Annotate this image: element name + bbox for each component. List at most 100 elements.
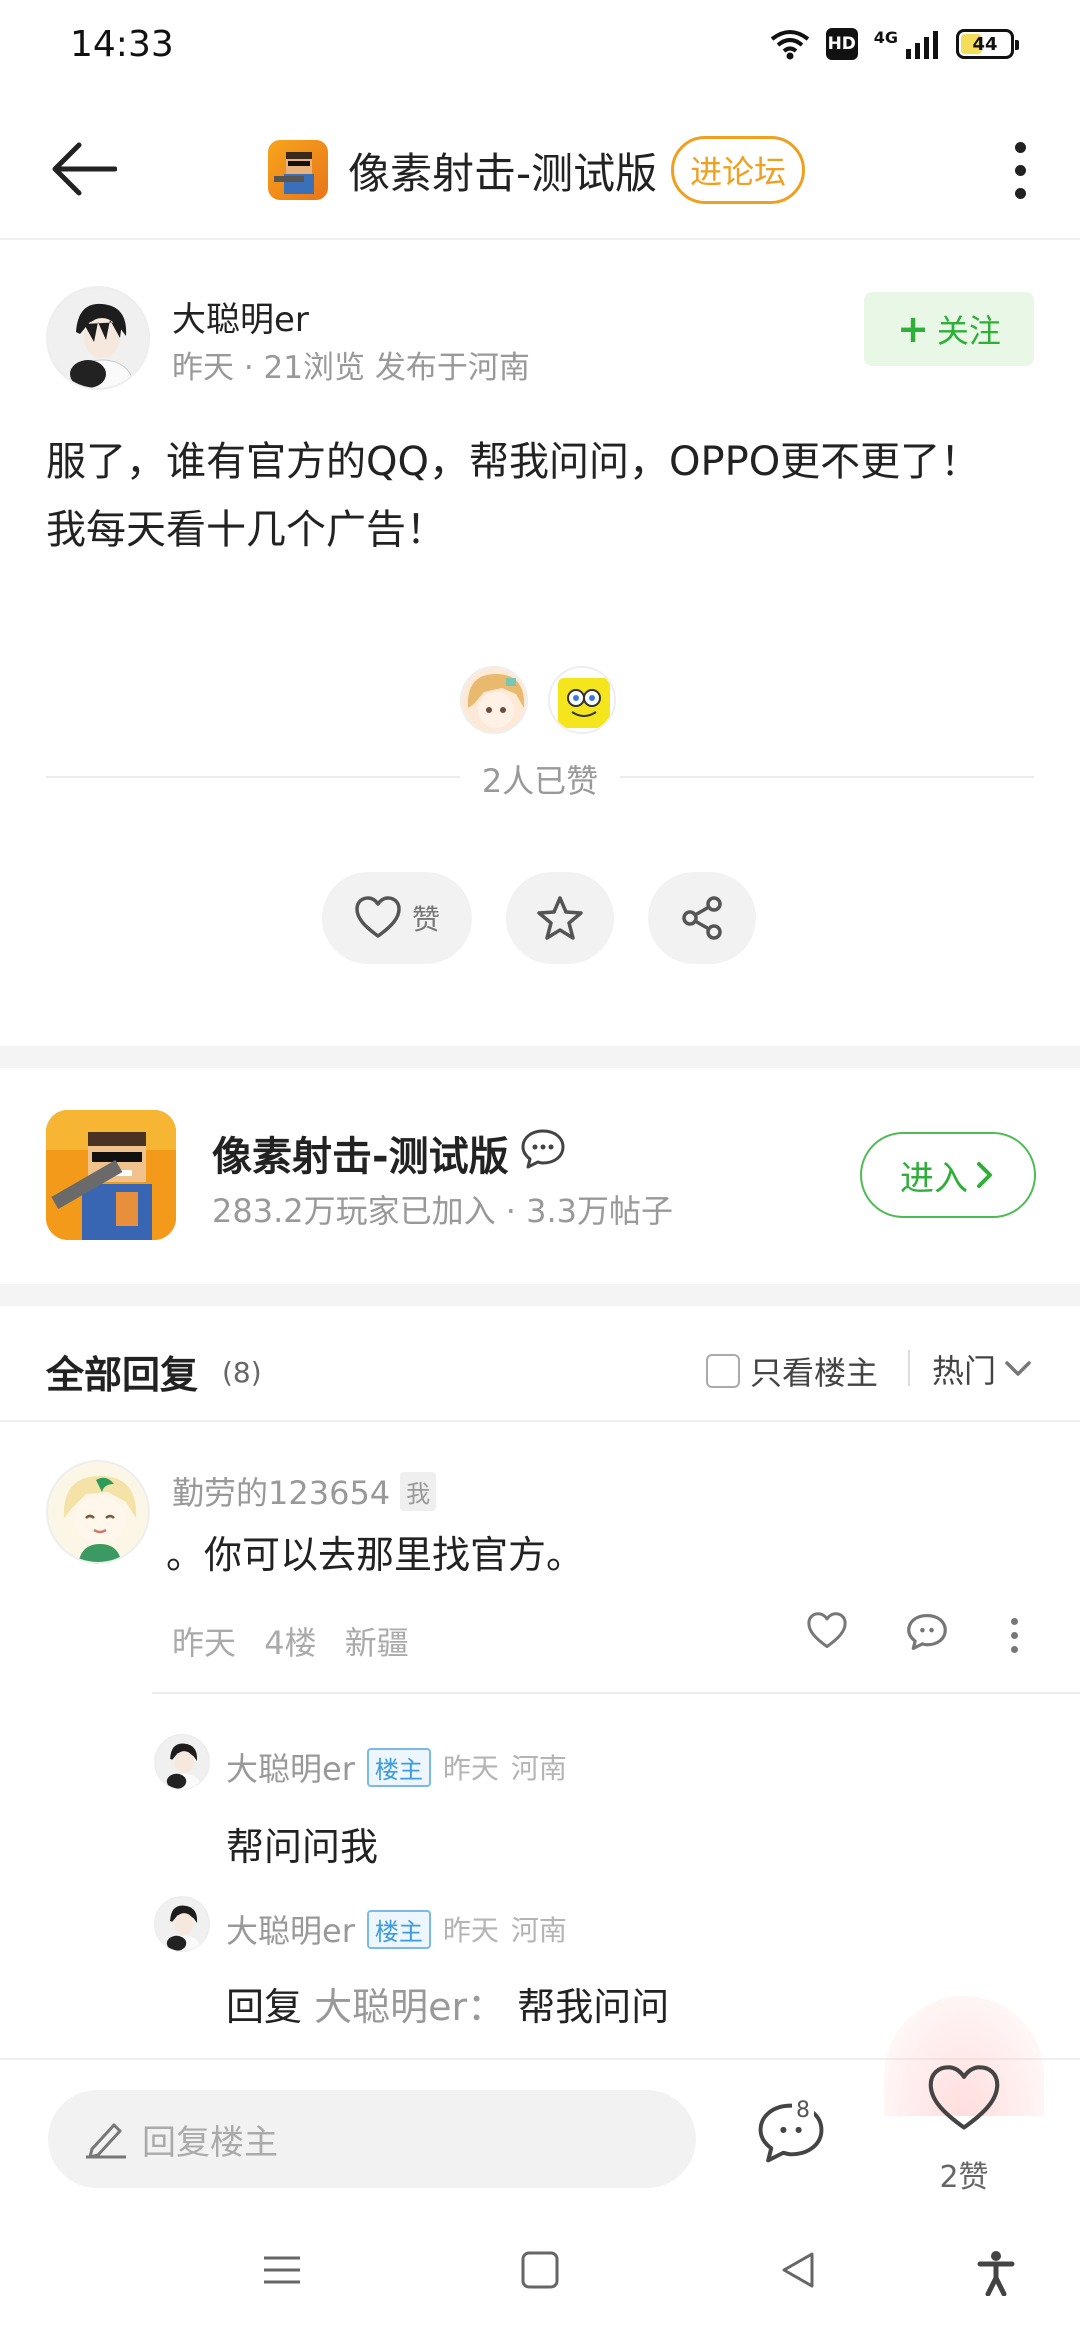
forum-name[interactable]: 像素射击-测试版 <box>212 1124 509 1182</box>
forum-icon[interactable] <box>46 1110 176 1240</box>
heart-icon <box>807 1612 847 1649</box>
share-button[interactable] <box>648 872 756 964</box>
wifi-icon <box>770 30 809 60</box>
sort-dropdown[interactable]: 热门 <box>932 1346 1032 1392</box>
more-dot-icon <box>1010 1632 1018 1639</box>
sub-reply-avatar[interactable] <box>154 1896 210 1952</box>
reply-location: 新疆 <box>344 1624 409 1662</box>
like-label: 赞 <box>411 903 440 936</box>
header-forum-info[interactable]: 像素射击-测试版 进论坛 <box>268 132 806 208</box>
back-triangle-icon <box>782 2252 814 2288</box>
comment-count-badge: 8 <box>792 2098 814 2123</box>
sub-reply-text[interactable]: 帮问问我 <box>226 1816 378 1871</box>
bottom-like-count: 2赞 <box>939 2160 989 2195</box>
status-icons: HD 4G 44 <box>770 28 1019 60</box>
more-options-button[interactable] <box>990 132 1050 208</box>
replies-divider <box>0 1420 1080 1422</box>
reply-to-user[interactable]: 大聪明er <box>314 1985 467 2029</box>
liker-avatars[interactable] <box>460 666 616 734</box>
sub-reply-head: 大聪明er 楼主 昨天 河南 <box>226 1906 567 1952</box>
sort-label: 热门 <box>932 1352 997 1390</box>
chat-bubble-icon <box>521 1129 565 1169</box>
bottom-bar: 回复楼主 8 2赞 <box>0 1996 1080 2214</box>
hd-icon: HD <box>825 28 858 60</box>
favorite-button[interactable] <box>506 872 614 964</box>
reply-comment-button[interactable] <box>906 1612 948 1656</box>
network-type: 4G <box>873 28 898 47</box>
enter-forum-button[interactable]: 进论坛 <box>671 136 806 204</box>
sub-reply-username[interactable]: 大聪明er <box>226 1744 355 1790</box>
me-badge: 我 <box>400 1471 437 1511</box>
follow-button[interactable]: + 关注 <box>864 292 1034 366</box>
home-square-icon <box>521 2251 559 2289</box>
menu-icon <box>264 2256 300 2284</box>
signal-icon <box>906 31 938 59</box>
reply-floor: 4楼 <box>264 1624 317 1662</box>
post-body: 服了，谁有官方的QQ，帮我问问，OPPO更不更了！ 我每天看十几个广告！ <box>46 428 1036 564</box>
liker-avatar[interactable] <box>548 666 616 734</box>
replies-title: 全部回复 <box>46 1353 199 1397</box>
reply-input[interactable]: 回复楼主 <box>48 2090 696 2188</box>
section-gap <box>0 1046 1080 1068</box>
header-title: 像素射击-测试版 <box>348 148 658 198</box>
post-actions: 赞 <box>0 872 1080 964</box>
reply-meta: 昨天 4楼 新疆 <box>172 1618 427 1664</box>
sub-reply-time: 昨天 <box>442 1752 499 1785</box>
battery-icon: 44 <box>956 29 1019 59</box>
back-button[interactable] <box>44 134 124 204</box>
op-badge: 楼主 <box>366 1747 431 1787</box>
reply-text[interactable]: 。你可以去那里找官方。 <box>166 1524 584 1579</box>
post-meta: 昨天 · 21浏览 发布于河南 <box>172 350 530 386</box>
enter-forum-card-button[interactable]: 进入 <box>860 1132 1036 1218</box>
reply-time: 昨天 <box>172 1624 237 1662</box>
sub-reply-text[interactable]: 回复 大聪明er： 帮我问问 <box>226 1976 669 2031</box>
star-icon <box>537 896 583 940</box>
accessibility-icon <box>977 2251 1015 2297</box>
nav-back-button[interactable] <box>778 2250 818 2294</box>
more-dot-icon <box>1010 1646 1018 1653</box>
more-dot-icon <box>1014 141 1026 153</box>
like-button[interactable]: 赞 <box>322 872 472 964</box>
forum-stats: 283.2万玩家已加入 · 3.3万帖子 <box>212 1192 674 1230</box>
more-dot-icon <box>1014 187 1026 199</box>
back-arrow-icon <box>52 142 117 196</box>
pencil-icon <box>86 2123 126 2159</box>
more-dot-icon <box>1010 1618 1018 1625</box>
chevron-down-icon <box>1005 1361 1031 1376</box>
bottom-like-button[interactable] <box>926 2064 1002 2140</box>
post-body-line: 我每天看十几个广告！ <box>46 507 446 553</box>
comment-icon <box>758 2103 824 2163</box>
reply-like-button[interactable] <box>806 1612 848 1654</box>
reply-avatar[interactable] <box>46 1460 150 1564</box>
sub-reply-head: 大聪明er 楼主 昨天 河南 <box>226 1744 567 1790</box>
nav-accessibility-button[interactable] <box>976 2250 1016 2300</box>
nav-home-button[interactable] <box>520 2250 560 2294</box>
author-name[interactable]: 大聪明er <box>172 292 309 341</box>
battery-level: 44 <box>972 33 998 55</box>
likes-summary[interactable]: 2人已赞 <box>460 756 620 802</box>
op-only-label: 只看楼主 <box>750 1354 879 1392</box>
comment-icon <box>907 1613 947 1651</box>
reply-user: 勤劳的123654 我 <box>172 1468 437 1514</box>
checkbox-icon[interactable] <box>706 1354 740 1388</box>
sub-reply-divider <box>152 1692 1080 1694</box>
system-nav-bar <box>0 2214 1080 2340</box>
heart-icon <box>928 2065 1000 2130</box>
nav-menu-button[interactable] <box>262 2250 302 2294</box>
status-bar: 14:33 HD 4G 44 <box>0 0 1080 100</box>
reply-more-button[interactable] <box>1002 1618 1026 1653</box>
plus-icon: + <box>897 307 929 351</box>
reply-input-placeholder: 回复楼主 <box>142 2122 278 2163</box>
sub-reply-content: 帮我问问 <box>517 1985 670 2029</box>
op-badge: 楼主 <box>366 1909 431 1949</box>
section-gap <box>0 1284 1080 1306</box>
op-only-toggle[interactable]: 只看楼主 <box>706 1348 878 1394</box>
reply-separator: ： <box>467 1985 506 2029</box>
sub-reply-time: 昨天 <box>442 1914 499 1947</box>
liker-avatar[interactable] <box>460 666 528 734</box>
author-avatar[interactable] <box>46 286 150 390</box>
reply-username[interactable]: 勤劳的123654 <box>172 1468 390 1514</box>
sub-reply-username[interactable]: 大聪明er <box>226 1906 355 1952</box>
chevron-right-icon <box>977 1162 992 1188</box>
sub-reply-avatar[interactable] <box>154 1734 210 1790</box>
